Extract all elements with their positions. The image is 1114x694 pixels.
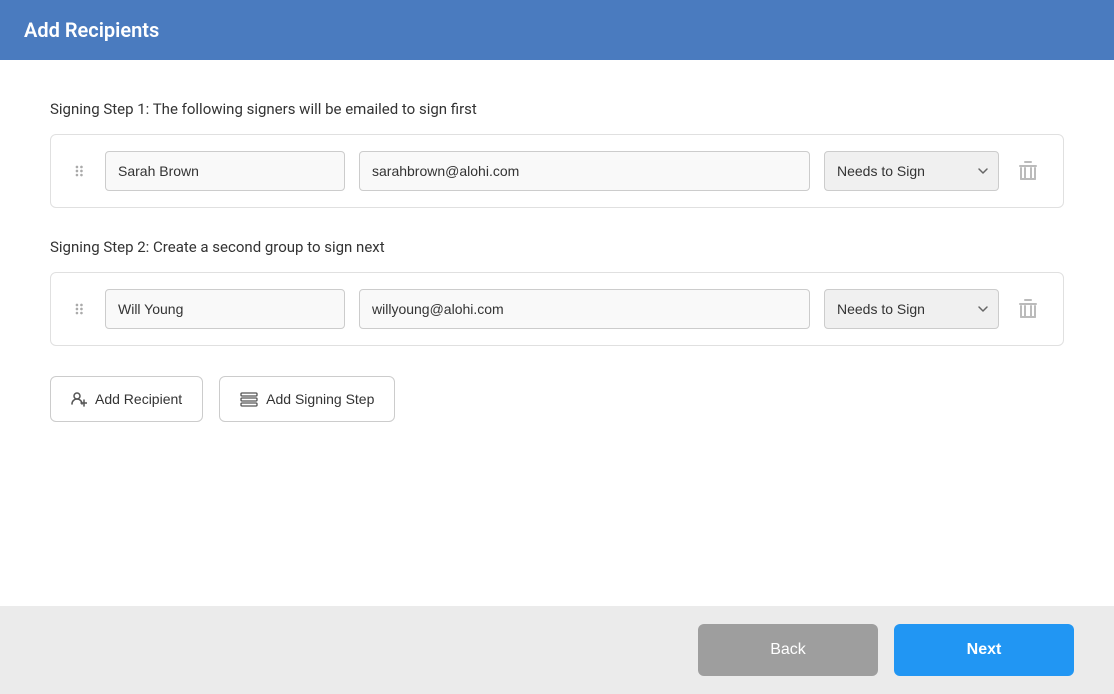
add-person-icon [71, 391, 87, 407]
recipient-2-name-input[interactable] [105, 289, 345, 329]
recipient-2-email-input[interactable] [359, 289, 810, 329]
recipient-2-role-select[interactable]: Needs to Sign In Person Signer Receives … [824, 289, 999, 329]
signing-step-2: Signing Step 2: Create a second group to… [50, 238, 1064, 346]
footer: Back Next [0, 606, 1114, 694]
recipient-1-email-input[interactable] [359, 151, 810, 191]
add-signing-step-label: Add Signing Step [266, 391, 374, 407]
recipient-1-role-wrapper: Needs to Sign In Person Signer Receives … [824, 151, 999, 191]
recipient-row-1: Needs to Sign In Person Signer Receives … [71, 151, 1043, 191]
add-signing-step-button[interactable]: Add Signing Step [219, 376, 395, 422]
page-header: Add Recipients [0, 0, 1114, 60]
add-signing-step-icon [240, 391, 258, 407]
page-title: Add Recipients [24, 18, 159, 42]
drag-handle-1[interactable] [71, 162, 91, 180]
delete-recipient-2-button[interactable] [1013, 293, 1043, 325]
delete-recipient-1-button[interactable] [1013, 155, 1043, 187]
signing-step-1: Signing Step 1: The following signers wi… [50, 100, 1064, 208]
add-recipient-button[interactable]: Add Recipient [50, 376, 203, 422]
drag-handle-2[interactable] [71, 300, 91, 318]
add-recipient-label: Add Recipient [95, 391, 182, 407]
recipient-row-container-2: Needs to Sign In Person Signer Receives … [50, 272, 1064, 346]
main-content: Signing Step 1: The following signers wi… [0, 60, 1114, 606]
actions-row: Add Recipient Add Signing Step [50, 376, 1064, 422]
recipient-row-container-1: Needs to Sign In Person Signer Receives … [50, 134, 1064, 208]
recipient-2-role-wrapper: Needs to Sign In Person Signer Receives … [824, 289, 999, 329]
recipient-1-role-select[interactable]: Needs to Sign In Person Signer Receives … [824, 151, 999, 191]
signing-step-1-label: Signing Step 1: The following signers wi… [50, 100, 1064, 118]
back-button[interactable]: Back [698, 624, 878, 676]
next-button[interactable]: Next [894, 624, 1074, 676]
recipient-1-name-input[interactable] [105, 151, 345, 191]
recipient-row-2: Needs to Sign In Person Signer Receives … [71, 289, 1043, 329]
signing-step-2-label: Signing Step 2: Create a second group to… [50, 238, 1064, 256]
